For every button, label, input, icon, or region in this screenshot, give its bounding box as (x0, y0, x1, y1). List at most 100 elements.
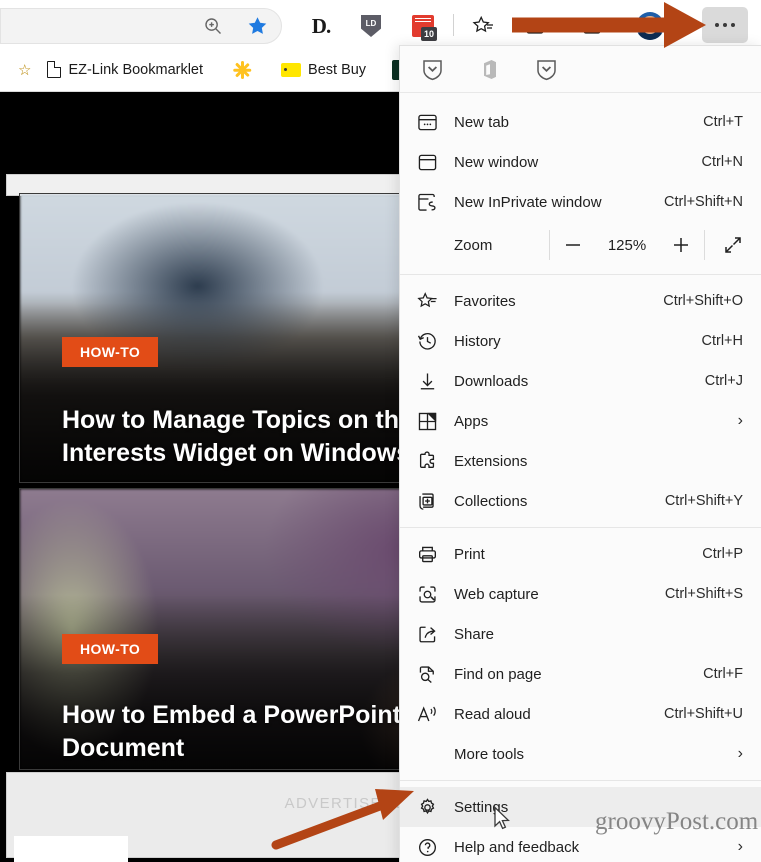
zoom-level-value: 125% (607, 236, 647, 254)
zoom-controls: 125% (549, 222, 761, 268)
bookmark-walmart[interactable] (225, 57, 259, 83)
toolbar-divider (453, 14, 454, 36)
watermark: groovyPost.com (595, 808, 759, 835)
shield-glyph: LD (361, 15, 381, 37)
ellipsis-dot (731, 23, 735, 27)
menu-item-label: New tab (454, 113, 510, 131)
history-icon (400, 331, 454, 352)
ad-placeholder-box (14, 836, 128, 862)
minus-icon[interactable] (550, 234, 596, 256)
help-feedback-icon (400, 837, 454, 858)
collections-icon[interactable] (520, 11, 550, 41)
menu-item-read-aloud[interactable]: Read aloud Ctrl+Shift+U (400, 694, 761, 734)
bookmark-best-buy[interactable]: Best Buy (273, 58, 374, 82)
menu-item-label: Web capture (454, 585, 539, 603)
ellipsis-dot (715, 23, 719, 27)
menu-item-label: Share (454, 625, 495, 643)
menu-item-shortcut: Ctrl+P (702, 546, 743, 562)
menu-item-label: More tools (454, 745, 525, 763)
pocket-extension-icon-2[interactable] (536, 58, 557, 81)
menu-item-history[interactable]: History Ctrl+H (400, 321, 761, 361)
menu-spacer (400, 93, 761, 102)
chevron-right-icon: › (737, 745, 743, 762)
menu-item-label: New InPrivate window (454, 193, 602, 211)
menu-item-label: Help and feedback (454, 838, 580, 856)
lastpass-extension-icon[interactable]: LD (356, 11, 386, 41)
menu-item-shortcut: Ctrl+Shift+S (664, 586, 743, 602)
article-title: How to Embed a PowerPoint Sli Document (62, 699, 438, 765)
menu-extensions-row (400, 46, 761, 93)
partial-bookmark-icon: ☆ (18, 61, 32, 79)
pocket-extension-icon[interactable] (422, 58, 443, 81)
settings-and-more-button[interactable] (702, 7, 748, 43)
plus-icon[interactable] (658, 234, 704, 256)
avatar[interactable] (636, 12, 664, 40)
browser-toolbar: D. LD 10 (0, 0, 761, 48)
apps-icon (400, 411, 454, 432)
bookmark-ez-link[interactable]: EZ-Link Bookmarklet (39, 57, 211, 82)
office-extension-icon[interactable] (479, 58, 500, 81)
menu-item-label: History (454, 332, 501, 350)
bestbuy-tag-icon (281, 62, 302, 77)
article-title: How to Manage Topics on the N Interests … (62, 404, 445, 470)
status-badge: HOW-TO (62, 337, 159, 367)
address-bar[interactable] (0, 8, 282, 44)
menu-item-favorites[interactable]: Favorites Ctrl+Shift+O (400, 281, 761, 321)
collections-icon (400, 491, 454, 512)
menu-item-shortcut: Ctrl+F (703, 666, 743, 682)
menu-item-new-window[interactable]: New window Ctrl+N (400, 142, 761, 182)
menu-item-shortcut: Ctrl+Shift+N (664, 194, 743, 210)
add-collection-icon[interactable] (577, 11, 607, 41)
dashlane-glyph: D. (311, 13, 331, 38)
menu-item-label: Collections (454, 492, 528, 510)
menu-item-label: Print (454, 545, 485, 563)
extensions-icon (400, 450, 454, 472)
bookmark-partial[interactable]: ☆ (10, 57, 39, 83)
calendar-glyph: 10 (412, 15, 437, 41)
article-title-line2: Document (62, 734, 185, 762)
zoom-label: Zoom (454, 236, 493, 254)
status-badge: HOW-TO (62, 634, 159, 664)
menu-item-new-tab[interactable]: New tab Ctrl+T (400, 102, 761, 142)
share-icon (400, 624, 454, 645)
new-tab-icon (400, 113, 454, 132)
menu-item-shortcut: Ctrl+Shift+U (664, 706, 743, 722)
menu-item-label: Read aloud (454, 705, 531, 723)
menu-item-label: Favorites (454, 292, 516, 310)
bookmark-label: Best Buy (308, 61, 367, 78)
dashlane-extension-icon[interactable]: D. (306, 11, 336, 41)
menu-item-share[interactable]: Share (400, 614, 761, 654)
menu-item-shortcut: Ctrl+Shift+O (663, 293, 743, 309)
fullscreen-icon[interactable] (705, 234, 761, 256)
menu-divider (400, 274, 761, 275)
chevron-right-icon: › (737, 412, 743, 429)
print-icon (400, 544, 454, 565)
menu-item-shortcut: Ctrl+T (703, 114, 743, 130)
menu-item-new-inprivate-window[interactable]: New InPrivate window Ctrl+Shift+N (400, 182, 761, 222)
favorites-icon (400, 291, 454, 312)
menu-item-downloads[interactable]: Downloads Ctrl+J (400, 361, 761, 401)
menu-item-extensions[interactable]: Extensions (400, 441, 761, 481)
favorites-star-icon[interactable] (468, 11, 498, 41)
menu-item-web-capture[interactable]: Web capture Ctrl+Shift+S (400, 574, 761, 614)
menu-item-label: Find on page (454, 665, 542, 683)
menu-divider (400, 780, 761, 781)
menu-item-shortcut: Ctrl+H (701, 333, 744, 349)
menu-divider (400, 527, 761, 528)
find-on-page-icon (400, 664, 454, 685)
menu-item-label: Apps (454, 412, 489, 430)
menu-item-apps[interactable]: Apps › (400, 401, 761, 441)
menu-item-shortcut: Ctrl+Shift+Y (664, 493, 743, 509)
menu-item-print[interactable]: Print Ctrl+P (400, 534, 761, 574)
read-aloud-icon (400, 704, 454, 725)
star-filled-icon[interactable] (242, 11, 272, 41)
calendar-day-number: 10 (421, 27, 437, 41)
menu-item-collections[interactable]: Collections Ctrl+Shift+Y (400, 481, 761, 521)
menu-item-find-on-page[interactable]: Find on page Ctrl+F (400, 654, 761, 694)
calendar-extension-icon[interactable]: 10 (408, 11, 438, 41)
ellipsis-dot (723, 23, 727, 27)
menu-item-more-tools[interactable]: More tools › (400, 734, 761, 774)
article-title-line1: How to Manage Topics on the N (62, 406, 438, 434)
walmart-spark-icon (233, 60, 251, 79)
zoom-in-icon[interactable] (198, 11, 228, 41)
